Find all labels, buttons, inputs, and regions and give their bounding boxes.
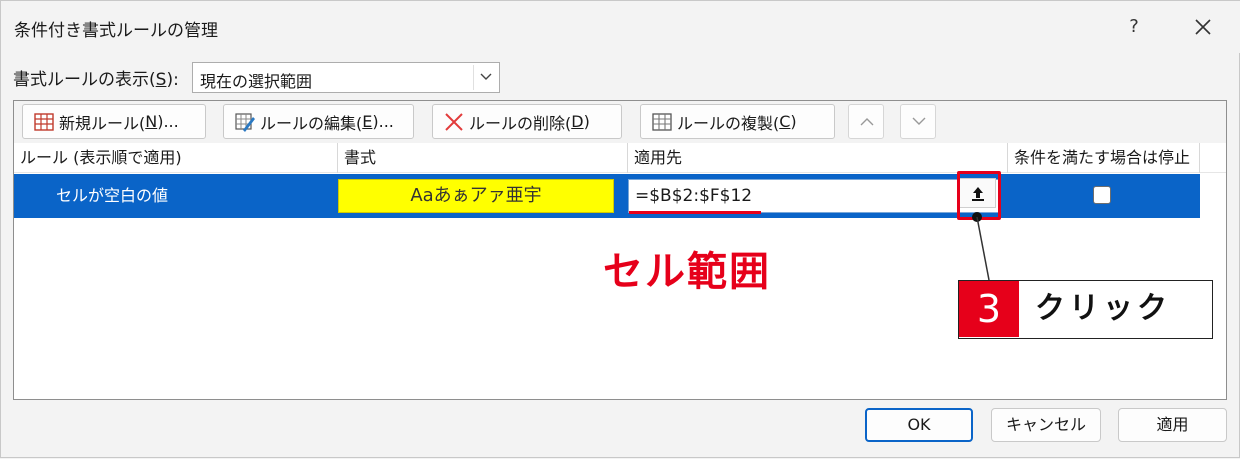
step-text: クリック [1035,291,1171,326]
ok-button[interactable]: OK [865,408,973,442]
conditional-formatting-rules-manager-dialog: 条件付き書式ルールの管理 ? 書式ルールの表示(S): 現在の選択範囲 新規ルー… [0,0,1240,458]
rule-description: セルが空白の値 [56,186,169,205]
dialog-title: 条件付き書式ルールの管理 [14,21,218,41]
cancel-button[interactable]: キャンセル [991,408,1101,442]
chevron-down-icon [912,117,926,125]
stop-if-true-checkbox[interactable] [1093,186,1111,204]
show-rules-label: 書式ルールの表示(S): [13,70,179,90]
close-icon [1195,19,1211,35]
help-button[interactable]: ? [1119,11,1149,43]
move-up-button[interactable] [848,104,884,139]
show-rules-selected-value: 現在の選択範囲 [200,72,313,91]
column-header-applies-to[interactable]: 適用先 [628,143,1008,173]
applies-to-value: =$B$2:$F$12 [635,186,753,206]
dropdown-toggle[interactable] [473,65,497,90]
chevron-down-icon [480,73,492,80]
duplicate-rule-icon [652,112,672,131]
step-callout: 3 クリック [958,280,1213,339]
delete-icon [445,112,463,131]
chevron-up-icon [860,118,874,126]
rules-toolbar: 新規ルール(N)... ルールの編集(E)... ルールの削除(D) ルー… [14,101,1226,143]
show-rules-select[interactable]: 現在の選択範囲 [192,62,500,93]
table-row[interactable]: セルが空白の値 Aaあぁアァ亜宇 =$B$2:$F$12 [14,174,1200,218]
duplicate-rule-button[interactable]: ルールの複製(C) [640,104,835,139]
column-header-stop-if-true[interactable]: 条件を満たす場合は停止 [1008,143,1200,173]
move-down-button[interactable] [900,104,936,139]
title-bar: 条件付き書式ルールの管理 ? [1,1,1240,53]
rules-table-header: ルール (表示順で適用) 書式 適用先 条件を満たす場合は停止 [14,143,1226,173]
edit-rule-icon [235,112,255,132]
apply-button[interactable]: 適用 [1118,408,1227,442]
close-button[interactable] [1183,11,1223,43]
range-underline [629,211,761,214]
format-preview: Aaあぁアァ亜宇 [338,179,614,213]
delete-rule-button[interactable]: ルールの削除(D) [432,104,622,139]
applies-to-input[interactable]: =$B$2:$F$12 [628,179,1000,213]
column-header-format[interactable]: 書式 [338,143,628,173]
range-annotation: セル範囲 [603,249,771,295]
column-header-rule[interactable]: ルール (表示順で適用) [14,143,338,173]
step-number: 3 [959,281,1019,337]
edit-rule-button[interactable]: ルールの編集(E)... [223,104,414,139]
collapse-button-highlight [957,171,1001,220]
new-rule-button[interactable]: 新規ルール(N)... [22,104,206,139]
new-rule-icon [34,112,54,131]
